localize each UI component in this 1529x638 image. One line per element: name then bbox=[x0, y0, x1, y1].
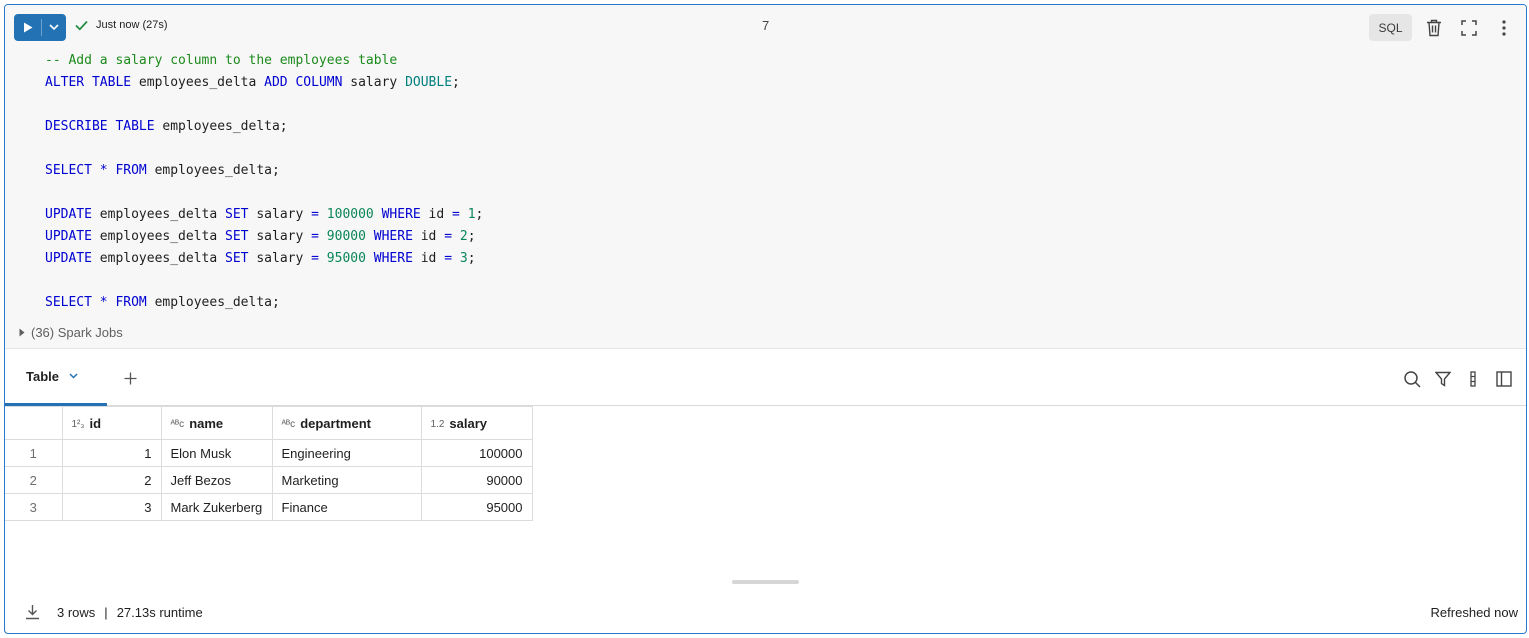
result-stats: 3 rows | 27.13s runtime bbox=[57, 605, 203, 620]
caret-right-icon bbox=[19, 328, 25, 337]
add-visualization-button[interactable] bbox=[119, 367, 141, 389]
string-type-icon: ᴬᴮᴄ bbox=[282, 419, 296, 430]
spark-jobs-toggle[interactable]: (36) Spark Jobs bbox=[19, 325, 123, 340]
column-header-salary[interactable]: 1.2salary bbox=[421, 407, 532, 440]
runtime: 27.13s runtime bbox=[117, 605, 203, 620]
code-line: SELECT * FROM employees_delta; bbox=[45, 292, 280, 314]
check-icon bbox=[75, 20, 88, 31]
cell-department[interactable]: Engineering bbox=[272, 440, 421, 467]
search-icon bbox=[1404, 371, 1421, 388]
chevron-down-icon bbox=[69, 373, 78, 379]
row-count: 3 rows bbox=[57, 605, 95, 620]
spark-jobs-label: (36) Spark Jobs bbox=[31, 325, 123, 340]
run-options-button[interactable] bbox=[42, 14, 66, 41]
cell-toolbar: Just now (27s) 7 SQL bbox=[5, 5, 1526, 50]
cell-number: 7 bbox=[762, 18, 769, 33]
cell-id[interactable]: 2 bbox=[62, 467, 161, 494]
integer-type-icon: 1²₃ bbox=[72, 419, 85, 430]
column-header-id[interactable]: 1²₃id bbox=[62, 407, 161, 440]
trash-icon bbox=[1426, 19, 1442, 37]
double-type-icon: 1.2 bbox=[431, 419, 445, 430]
stats-separator: | bbox=[104, 605, 107, 620]
filter-icon bbox=[1435, 371, 1451, 387]
cell-id[interactable]: 1 bbox=[62, 440, 161, 467]
run-button-group bbox=[14, 14, 66, 41]
cell-salary[interactable]: 100000 bbox=[421, 440, 532, 467]
filter-button[interactable] bbox=[1432, 368, 1454, 390]
table-row: 3 3 Mark Zukerberg Finance 95000 bbox=[5, 494, 532, 521]
results-table: 1²₃id ᴬᴮᴄname ᴬᴮᴄdepartment 1.2salary 1 … bbox=[5, 406, 533, 521]
cell-salary[interactable]: 90000 bbox=[421, 467, 532, 494]
column-header-department[interactable]: ᴬᴮᴄdepartment bbox=[272, 407, 421, 440]
search-button[interactable] bbox=[1401, 368, 1423, 390]
language-badge[interactable]: SQL bbox=[1369, 14, 1412, 41]
results-tab-bar: Table bbox=[5, 349, 1526, 406]
tab-table[interactable]: Table bbox=[5, 349, 107, 406]
download-button[interactable] bbox=[22, 601, 42, 623]
cell-name[interactable]: Elon Musk bbox=[161, 440, 272, 467]
download-icon bbox=[25, 604, 40, 620]
string-type-icon: ᴬᴮᴄ bbox=[171, 419, 185, 430]
run-cell-button[interactable] bbox=[14, 14, 41, 41]
row-number: 1 bbox=[5, 440, 62, 467]
code-line: ALTER TABLE employees_delta ADD COLUMN s… bbox=[45, 72, 460, 94]
results-footer: 3 rows | 27.13s runtime Refreshed now bbox=[5, 595, 1526, 633]
refresh-status: Refreshed now bbox=[1431, 605, 1518, 620]
column-header-name[interactable]: ᴬᴮᴄname bbox=[161, 407, 272, 440]
notebook-cell: Just now (27s) 7 SQL -- Add a salary col… bbox=[4, 4, 1527, 634]
more-options-button[interactable] bbox=[1492, 16, 1516, 40]
cell-salary[interactable]: 95000 bbox=[421, 494, 532, 521]
status-text: Just now (27s) bbox=[96, 19, 168, 31]
code-line: UPDATE employees_delta SET salary = 9500… bbox=[45, 248, 476, 270]
fullscreen-icon bbox=[1461, 20, 1477, 36]
cell-department[interactable]: Finance bbox=[272, 494, 421, 521]
code-line: UPDATE employees_delta SET salary = 1000… bbox=[45, 204, 483, 226]
code-line: DESCRIBE TABLE employees_delta; bbox=[45, 116, 288, 138]
plus-icon bbox=[124, 372, 137, 385]
execution-status: Just now (27s) bbox=[75, 19, 168, 31]
code-line: UPDATE employees_delta SET salary = 9000… bbox=[45, 226, 476, 248]
row-number: 3 bbox=[5, 494, 62, 521]
play-icon bbox=[23, 22, 33, 33]
sidebar-panel-icon bbox=[1496, 371, 1512, 387]
cell-id[interactable]: 3 bbox=[62, 494, 161, 521]
code-editor[interactable]: -- Add a salary column to the employees … bbox=[5, 50, 1526, 316]
code-line: -- Add a salary column to the employees … bbox=[45, 50, 397, 72]
spark-jobs-bar: (36) Spark Jobs bbox=[5, 316, 1526, 349]
tab-table-label: Table bbox=[26, 369, 59, 384]
kebab-menu-icon bbox=[1502, 20, 1506, 36]
column-settings-button[interactable] bbox=[1462, 368, 1484, 390]
cell-department[interactable]: Marketing bbox=[272, 467, 421, 494]
delete-cell-button[interactable] bbox=[1422, 16, 1446, 40]
fullscreen-button[interactable] bbox=[1457, 16, 1481, 40]
code-line: SELECT * FROM employees_delta; bbox=[45, 160, 280, 182]
table-row: 2 2 Jeff Bezos Marketing 90000 bbox=[5, 467, 532, 494]
cell-name[interactable]: Jeff Bezos bbox=[161, 467, 272, 494]
table-row: 1 1 Elon Musk Engineering 100000 bbox=[5, 440, 532, 467]
column-settings-icon bbox=[1470, 371, 1476, 387]
table-header-row: 1²₃id ᴬᴮᴄname ᴬᴮᴄdepartment 1.2salary bbox=[5, 407, 532, 440]
chevron-down-icon bbox=[49, 24, 59, 31]
cell-name[interactable]: Mark Zukerberg bbox=[161, 494, 272, 521]
sidebar-toggle-button[interactable] bbox=[1493, 368, 1515, 390]
results-resize-handle[interactable] bbox=[732, 580, 799, 584]
row-number: 2 bbox=[5, 467, 62, 494]
row-number-header bbox=[5, 407, 62, 440]
